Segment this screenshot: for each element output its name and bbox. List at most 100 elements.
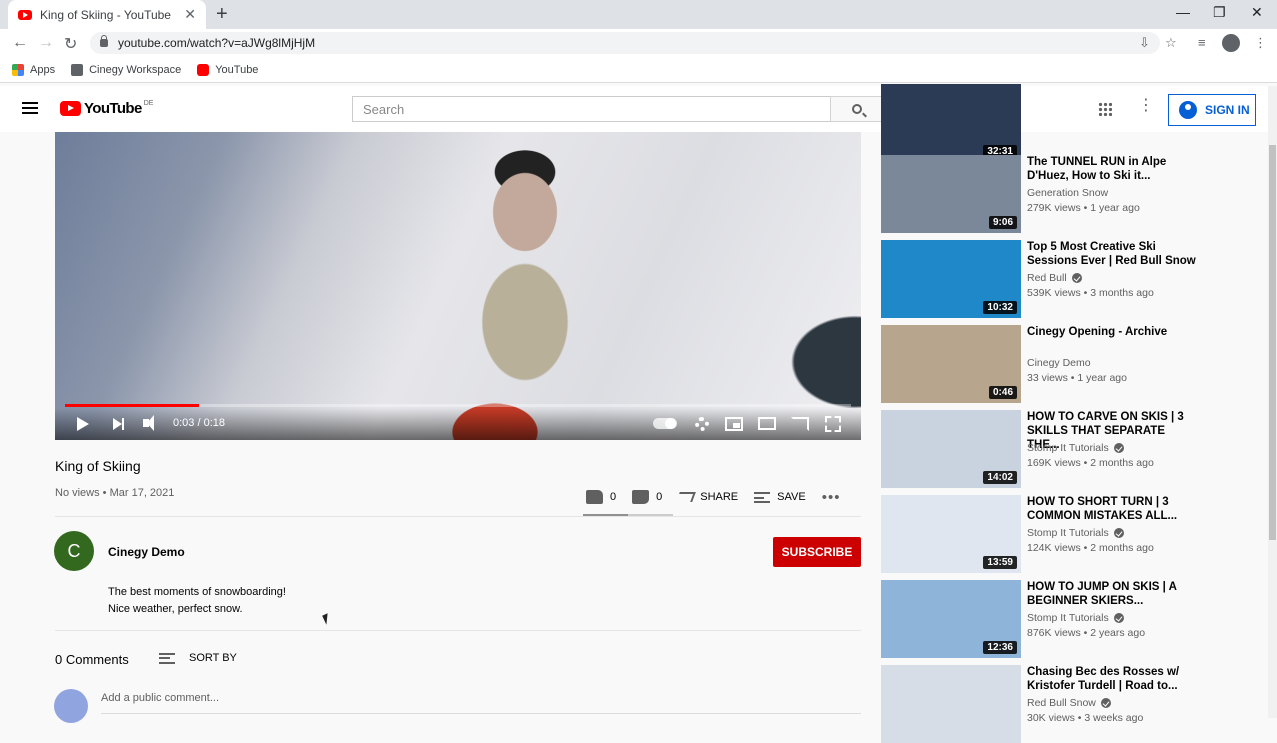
recommendation-item[interactable]: 14:02 HOW TO CARVE ON SKIS | 3 SKILLS THA… bbox=[881, 410, 1265, 488]
bookmark-youtube[interactable]: YouTube bbox=[197, 64, 258, 76]
like-button[interactable]: 0 bbox=[586, 490, 616, 504]
volume-icon[interactable] bbox=[143, 415, 154, 431]
recommendation-item[interactable]: 0:46 Cinegy Opening - Archive Cinegy Demo 3… bbox=[881, 325, 1265, 403]
play-icon[interactable] bbox=[77, 417, 89, 431]
verified-badge-icon bbox=[1100, 698, 1111, 708]
logo-text: YouTube bbox=[84, 100, 142, 117]
bookmark-cinegy-workspace[interactable]: Cinegy Workspace bbox=[71, 64, 181, 76]
recommendation-channel[interactable]: Red Bull Snow bbox=[1027, 697, 1111, 709]
chrome-menu-icon[interactable]: ⋮ bbox=[1254, 35, 1267, 51]
recommendation-item[interactable]: Chasing Bec des Rosses w/ Kristofer Turd… bbox=[881, 665, 1265, 743]
video-duration: 9:06 bbox=[988, 216, 1017, 229]
settings-gear-icon[interactable] bbox=[695, 417, 709, 431]
recommendation-item[interactable]: 10:32 Top 5 Most Creative Ski Sessions Ev… bbox=[881, 240, 1265, 318]
recommendation-title[interactable]: HOW TO JUMP ON SKIS | A BEGINNER SKIERS.… bbox=[1027, 580, 1197, 608]
video-thumbnail[interactable]: 14:02 bbox=[881, 410, 1021, 488]
bookmark-label: Cinegy Workspace bbox=[89, 64, 182, 76]
reload-icon[interactable]: ↻ bbox=[64, 34, 77, 54]
next-icon[interactable] bbox=[113, 418, 124, 430]
video-thumbnail[interactable]: 9:06 bbox=[881, 155, 1021, 233]
dislike-button[interactable]: 0 bbox=[632, 490, 662, 504]
share-label: SHARE bbox=[700, 491, 739, 503]
search-button[interactable] bbox=[830, 96, 883, 122]
thumbs-up-icon bbox=[586, 490, 603, 504]
recommendation-item[interactable]: 13:59 HOW TO SHORT TURN | 3 COMMON MISTAK… bbox=[881, 495, 1265, 573]
browser-tab[interactable]: King of Skiing - YouTube ✕ bbox=[8, 0, 206, 29]
video-actions: 0 0 SHARE SAVE ••• bbox=[586, 487, 840, 507]
channel-avatar[interactable]: C bbox=[54, 531, 94, 571]
search-icon bbox=[851, 104, 862, 114]
video-thumbnail[interactable]: 32:31 bbox=[881, 84, 1021, 162]
verified-badge-icon bbox=[1113, 613, 1124, 623]
close-tab-icon[interactable]: ✕ bbox=[184, 6, 196, 23]
recommendation-meta: 33 views • 1 year ago bbox=[1027, 372, 1127, 384]
logo-country: DE bbox=[143, 100, 154, 107]
media-control-icon[interactable]: ≡ bbox=[1198, 35, 1206, 50]
video-thumbnail[interactable] bbox=[881, 665, 1021, 743]
miniplayer-icon[interactable] bbox=[725, 417, 743, 431]
share-button[interactable]: SHARE bbox=[676, 491, 739, 503]
recommendation-channel[interactable]: Stomp It Tutorials bbox=[1027, 442, 1124, 454]
recommendation-item[interactable]: 12:36 HOW TO JUMP ON SKIS | A BEGINNER SK… bbox=[881, 580, 1265, 658]
theater-mode-icon[interactable] bbox=[758, 417, 776, 430]
video-thumbnail[interactable]: 13:59 bbox=[881, 495, 1021, 573]
mouse-cursor-icon bbox=[322, 613, 332, 625]
maximize-icon[interactable]: ❐ bbox=[1213, 4, 1226, 21]
bookmark-label: YouTube bbox=[215, 64, 259, 76]
bookmark-star-icon[interactable]: ☆ bbox=[1165, 35, 1177, 51]
search-input[interactable]: Search bbox=[352, 96, 832, 122]
back-icon[interactable]: ← bbox=[12, 34, 28, 52]
recommendation-item[interactable]: 9:06 The TUNNEL RUN in Alpe D'Huez, How t… bbox=[881, 155, 1265, 233]
bookmark-apps[interactable]: Apps bbox=[12, 64, 55, 76]
sort-by-button[interactable]: SORT BY bbox=[159, 652, 237, 664]
fullscreen-icon[interactable] bbox=[825, 416, 841, 432]
save-button[interactable]: SAVE bbox=[754, 491, 806, 503]
profile-icon[interactable] bbox=[1222, 34, 1240, 52]
recommendation-channel-name: Stomp It Tutorials bbox=[1027, 442, 1109, 454]
recommendation-title[interactable]: HOW TO SHORT TURN | 3 COMMON MISTAKES AL… bbox=[1027, 495, 1197, 523]
youtube-favicon-icon bbox=[18, 9, 32, 20]
progress-bar[interactable] bbox=[65, 404, 851, 407]
recommendation-channel[interactable]: Red Bull bbox=[1027, 272, 1082, 284]
share-icon bbox=[676, 492, 697, 502]
video-thumbnail[interactable]: 10:32 bbox=[881, 240, 1021, 318]
channel-name[interactable]: Cinegy Demo bbox=[108, 545, 185, 559]
dislike-count: 0 bbox=[656, 491, 663, 503]
url-field[interactable]: youtube.com/watch?v=aJWg8lMjHjM bbox=[90, 32, 1160, 54]
video-player[interactable]: 0:03 / 0:18 bbox=[55, 132, 861, 440]
youtube-logo[interactable]: YouTube DE bbox=[60, 100, 153, 117]
video-duration: 13:59 bbox=[983, 556, 1017, 569]
subscribe-button[interactable]: SUBSCRIBE bbox=[773, 537, 861, 567]
comment-input[interactable]: Add a public comment... bbox=[101, 692, 861, 714]
recommendation-title[interactable]: Chasing Bec des Rosses w/ Kristofer Turd… bbox=[1027, 665, 1197, 693]
sort-label: SORT BY bbox=[189, 652, 237, 664]
recommendation-channel-name: Stomp It Tutorials bbox=[1027, 612, 1109, 624]
scrollbar-thumb[interactable] bbox=[1269, 145, 1276, 540]
video-thumbnail[interactable]: 0:46 bbox=[881, 325, 1021, 403]
more-actions-icon[interactable]: ••• bbox=[822, 489, 841, 506]
hamburger-menu-icon[interactable] bbox=[22, 102, 38, 114]
recommendation-channel[interactable]: Cinegy Demo bbox=[1027, 357, 1091, 369]
recommendation-item[interactable]: 32:31 bbox=[881, 84, 1265, 162]
autoplay-toggle-icon[interactable] bbox=[653, 418, 677, 429]
playlist-add-icon bbox=[754, 491, 771, 503]
video-thumbnail[interactable]: 12:36 bbox=[881, 580, 1021, 658]
forward-icon[interactable]: → bbox=[38, 34, 54, 52]
install-icon[interactable]: ⇩ bbox=[1139, 35, 1150, 51]
description-line: The best moments of snowboarding! bbox=[108, 586, 286, 598]
video-duration: 14:02 bbox=[983, 471, 1017, 484]
video-description: The best moments of snowboarding! Nice w… bbox=[108, 584, 286, 618]
recommendation-title[interactable]: Cinegy Opening - Archive bbox=[1027, 325, 1197, 339]
recommendation-title[interactable]: The TUNNEL RUN in Alpe D'Huez, How to Sk… bbox=[1027, 155, 1197, 183]
new-tab-icon[interactable]: + bbox=[216, 3, 228, 26]
recommendation-channel[interactable]: Generation Snow bbox=[1027, 187, 1108, 199]
recommendation-channel-name: Cinegy Demo bbox=[1027, 357, 1091, 369]
recommendation-title[interactable]: Top 5 Most Creative Ski Sessions Ever | … bbox=[1027, 240, 1197, 268]
workspace-icon bbox=[71, 64, 84, 76]
recommendation-channel[interactable]: Stomp It Tutorials bbox=[1027, 527, 1124, 539]
cast-icon[interactable] bbox=[791, 417, 809, 431]
minimize-icon[interactable]: — bbox=[1176, 4, 1190, 20]
time-display: 0:03 / 0:18 bbox=[173, 417, 225, 429]
window-close-icon[interactable]: ✕ bbox=[1251, 4, 1263, 21]
recommendation-channel[interactable]: Stomp It Tutorials bbox=[1027, 612, 1124, 624]
